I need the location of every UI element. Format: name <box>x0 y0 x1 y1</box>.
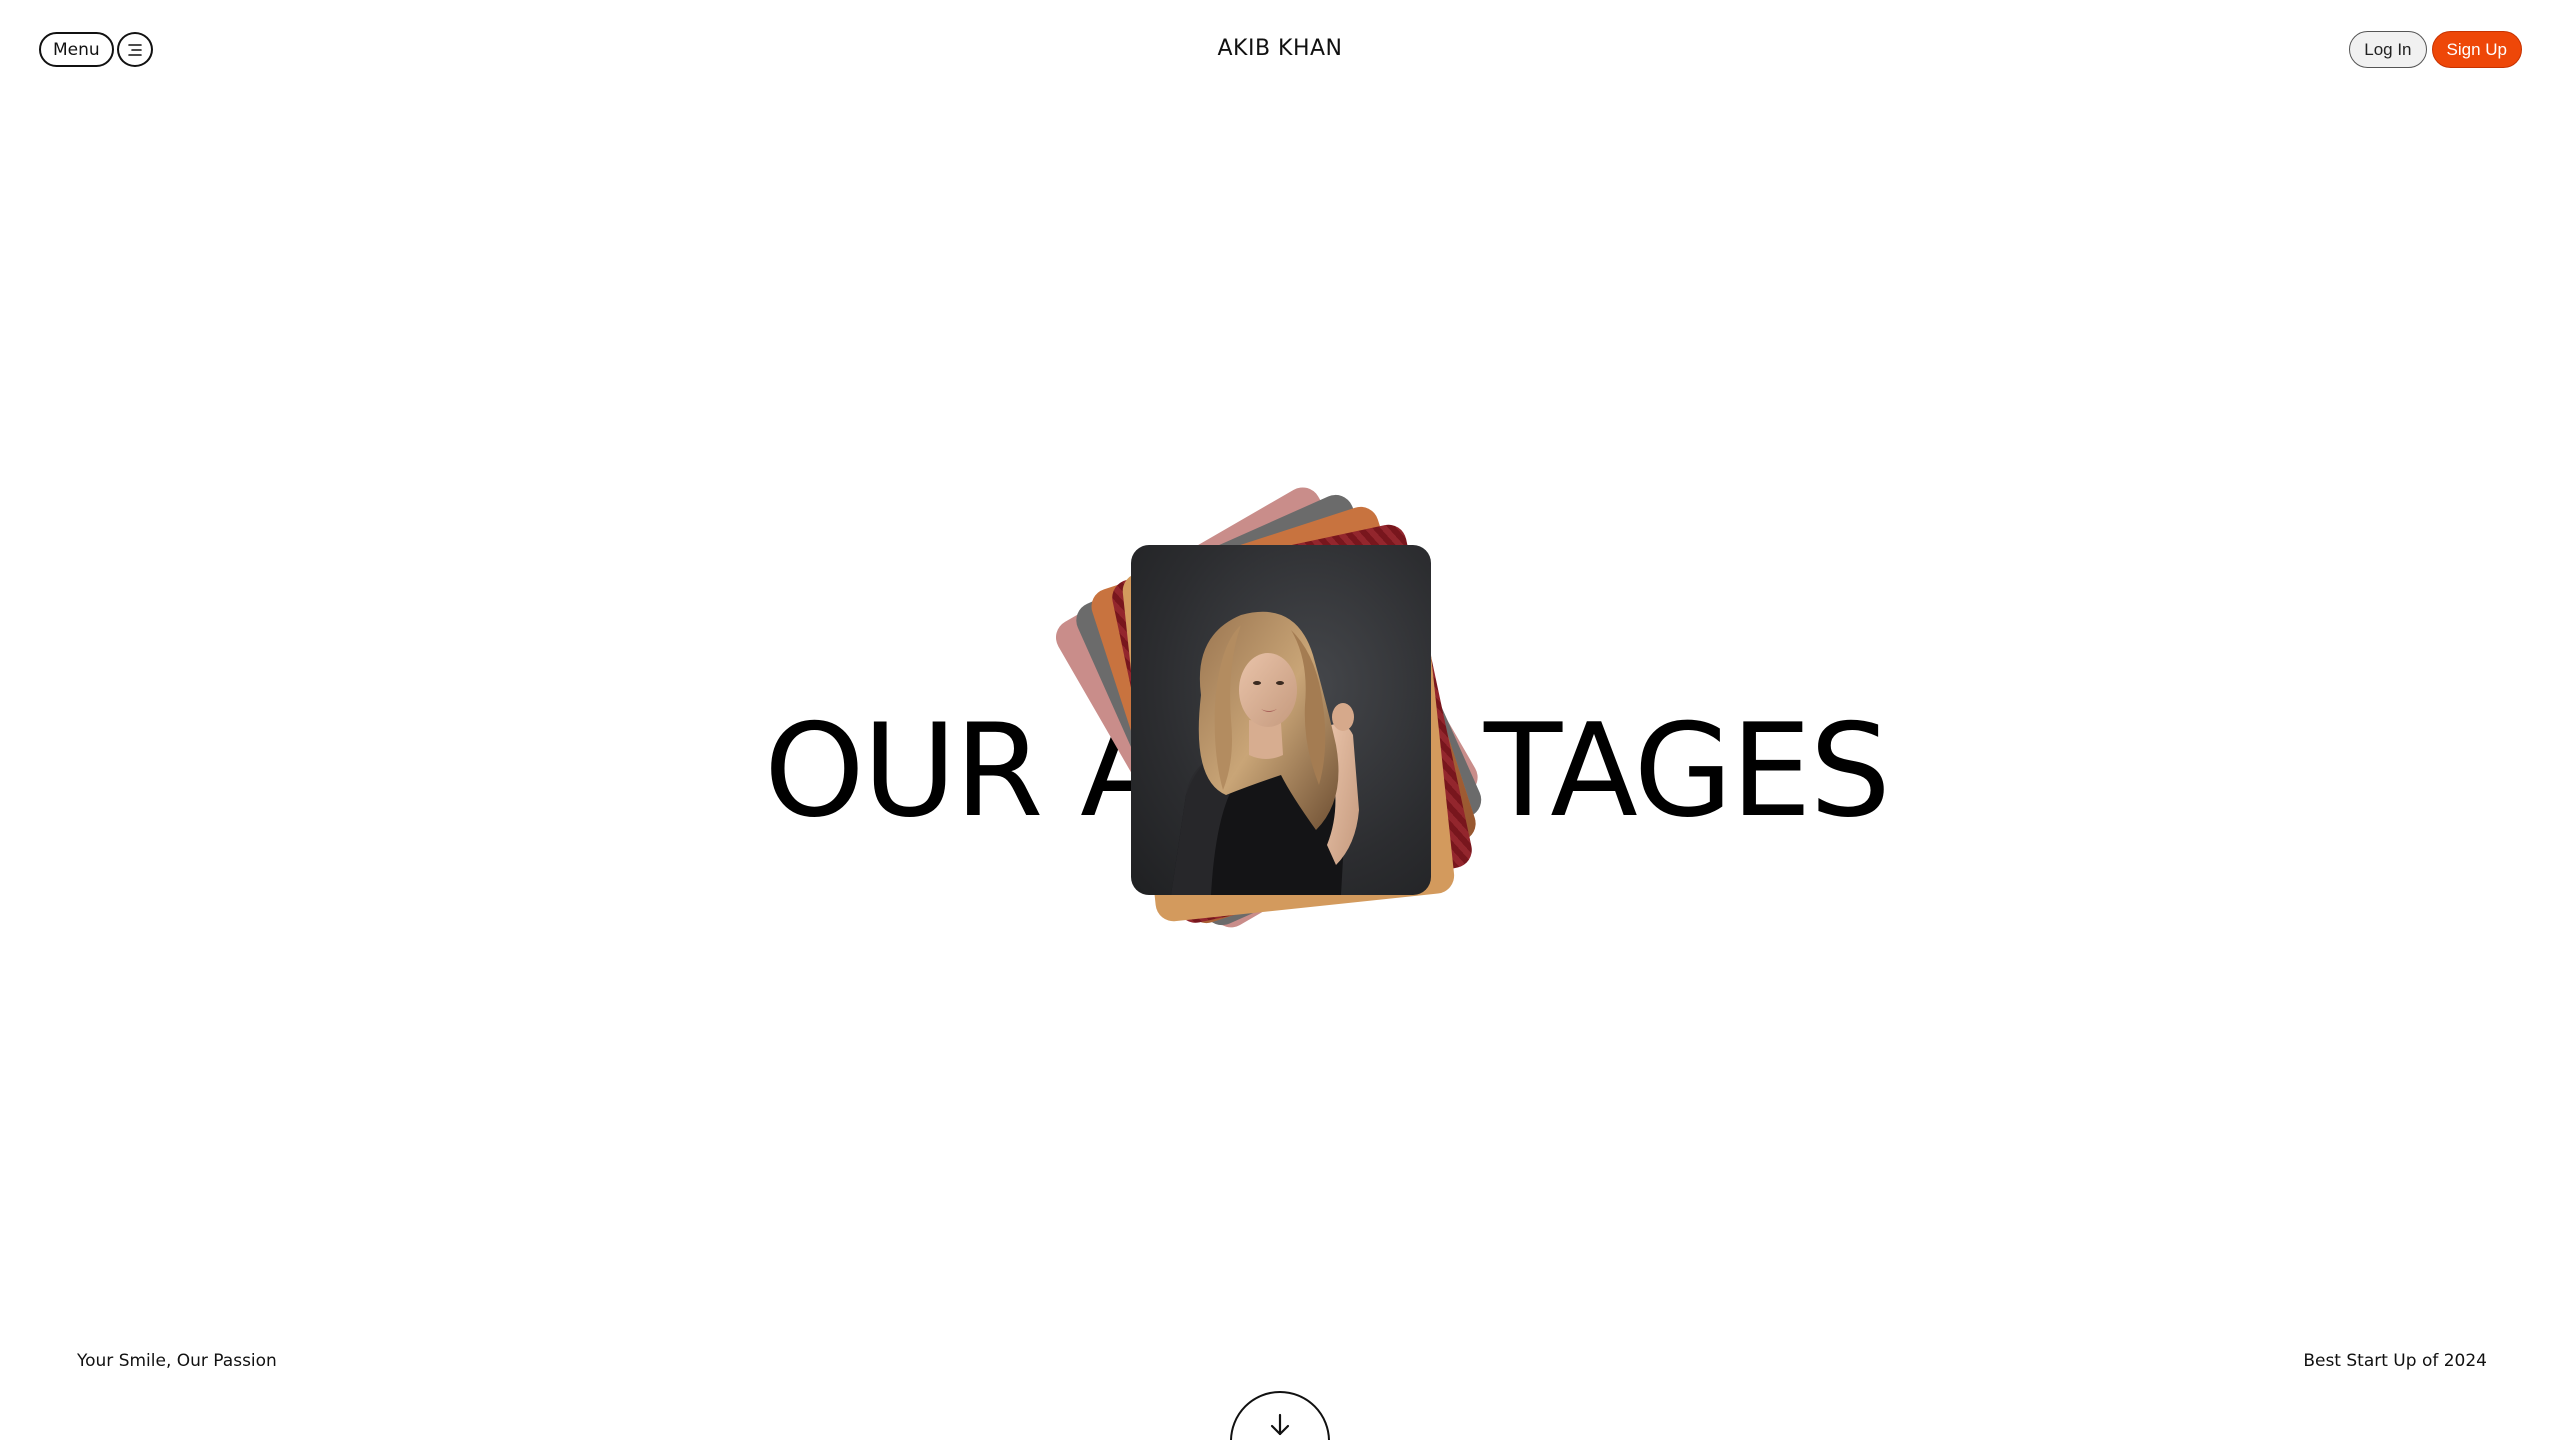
page: Menu AKIB KHAN Log In Sign Up OUR A TAGE… <box>0 0 2560 1440</box>
award-text: Best Start Up of 2024 <box>2303 1351 2487 1371</box>
header-right: Log In Sign Up <box>2349 31 2522 68</box>
login-button[interactable]: Log In <box>2349 31 2427 68</box>
hero-title-right: TAGES <box>1484 697 1891 846</box>
scroll-down-button[interactable] <box>1230 1391 1330 1440</box>
photo-card-stack[interactable] <box>1049 480 1487 934</box>
portrait-illustration <box>1171 611 1359 895</box>
arrow-down-icon <box>1270 1413 1290 1436</box>
tagline: Your Smile, Our Passion <box>77 1351 277 1371</box>
site-title[interactable]: AKIB KHAN <box>0 36 2560 61</box>
signup-button[interactable]: Sign Up <box>2431 31 2522 68</box>
woman-portrait-photo <box>1131 545 1431 895</box>
